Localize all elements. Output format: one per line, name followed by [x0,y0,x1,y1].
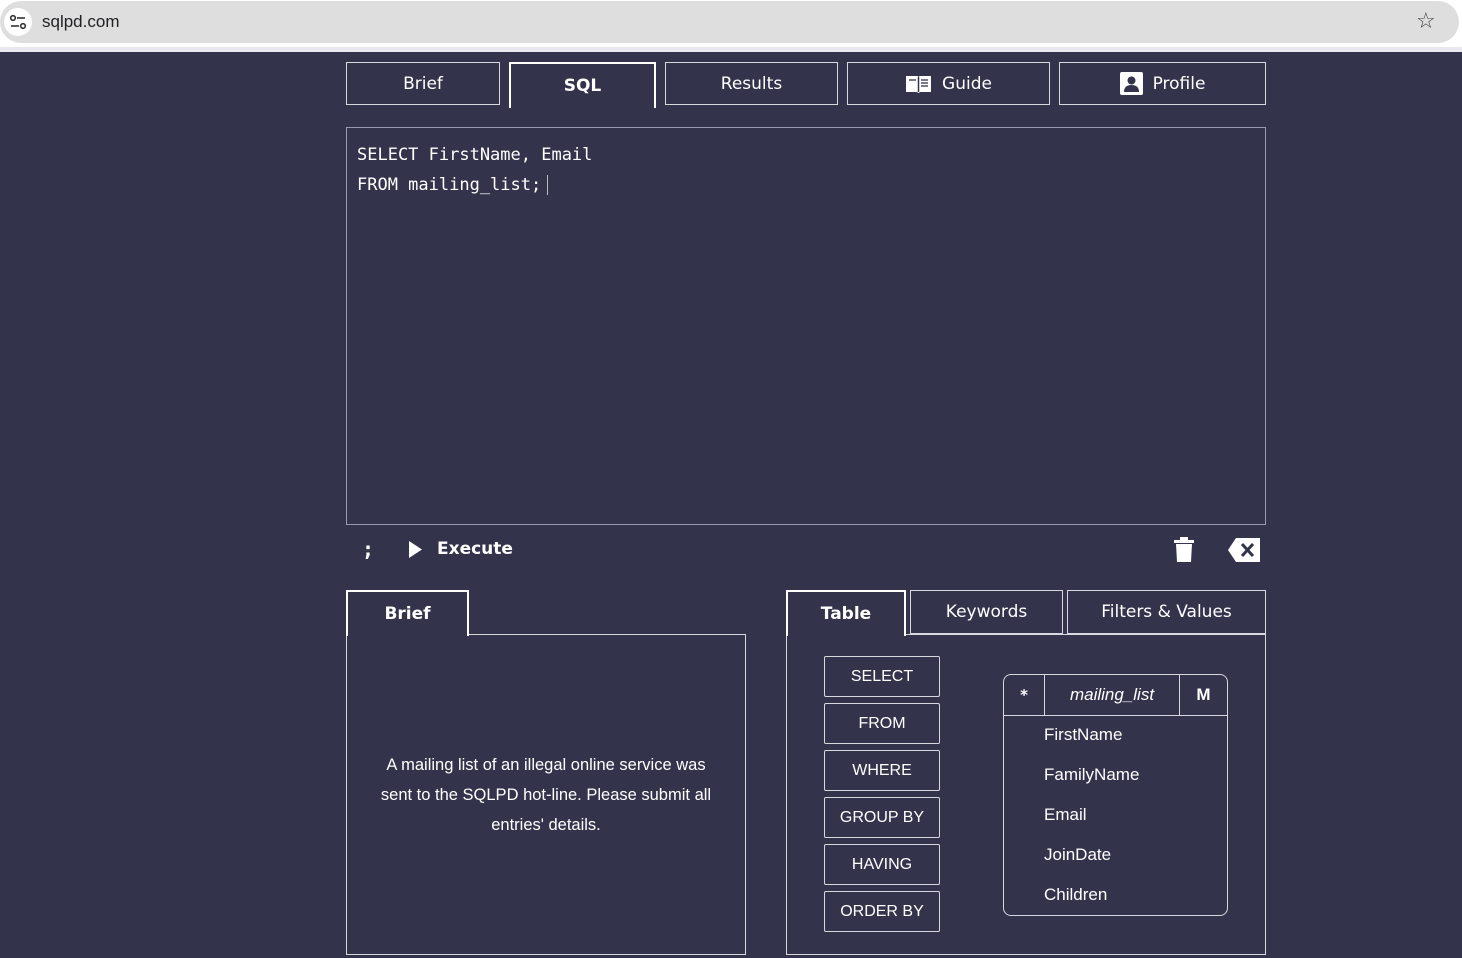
table-schema-header: * mailing_list M [1004,675,1227,716]
tab-brief[interactable]: Brief [346,62,500,105]
brief-panel-tab[interactable]: Brief [346,590,469,636]
trash-icon[interactable] [1174,537,1194,566]
tab-filters-values[interactable]: Filters & Values [1067,590,1266,634]
brief-description: A mailing list of an illegal online serv… [380,756,712,834]
column-email[interactable]: Email [1044,805,1087,825]
browser-toolbar: sqlpd.com ☆ [0,0,1462,50]
tab-guide[interactable]: Guide [847,62,1050,105]
brief-panel-tab-label: Brief [384,604,431,624]
backspace-icon[interactable] [1228,538,1260,566]
keyword-group-by-button[interactable]: GROUP BY [824,797,940,838]
execute-button[interactable]: Execute [408,539,513,559]
tab-keywords[interactable]: Keywords [910,590,1063,634]
tab-results[interactable]: Results [665,62,838,105]
text-caret [547,175,549,195]
column-children[interactable]: Children [1044,885,1107,905]
url-text[interactable]: sqlpd.com [42,12,119,32]
tab-sql[interactable]: SQL [509,62,656,108]
keyword-where-button[interactable]: WHERE [824,750,940,791]
book-icon [905,74,932,94]
tab-sql-label: SQL [563,76,602,96]
semicolon-button[interactable]: ; [362,537,374,561]
table-m-button[interactable]: M [1180,675,1227,715]
tab-table-label: Table [820,604,872,624]
column-joindate[interactable]: JoinDate [1044,845,1111,865]
keyword-from-button[interactable]: FROM [824,703,940,744]
table-name-button[interactable]: mailing_list [1045,675,1180,715]
keyword-select-button[interactable]: SELECT [824,656,940,697]
code-line-2: FROM mailing_list; [357,170,1255,200]
column-familyname[interactable]: FamilyName [1044,765,1139,785]
tab-filters-values-label: Filters & Values [1101,602,1232,622]
table-schema: * mailing_list M FirstName FamilyName Em… [1003,674,1228,916]
column-firstname[interactable]: FirstName [1044,725,1122,745]
tab-profile-label: Profile [1152,73,1206,94]
tab-table[interactable]: Table [786,590,906,636]
site-settings-icon[interactable] [4,8,32,36]
select-all-button[interactable]: * [1004,675,1045,715]
code-line-1: SELECT FirstName, Email [357,145,593,165]
tab-keywords-label: Keywords [945,602,1028,622]
tab-profile[interactable]: Profile [1059,62,1266,105]
tab-brief-label: Brief [403,73,443,94]
keyword-order-by-button[interactable]: ORDER BY [824,891,940,932]
sql-editor[interactable]: SELECT FirstName, Email FROM mailing_lis… [346,127,1266,525]
tab-results-label: Results [720,73,783,94]
tab-guide-label: Guide [942,73,992,94]
play-icon [409,540,422,558]
address-bar[interactable]: sqlpd.com ☆ [0,1,1459,43]
keyword-having-button[interactable]: HAVING [824,844,940,885]
bookmark-star-icon[interactable]: ☆ [1416,9,1436,34]
toolbar-divider [0,47,1462,52]
code-line-2-text: FROM mailing_list; [357,175,542,195]
profile-icon [1119,72,1143,95]
execute-label: Execute [437,539,513,559]
